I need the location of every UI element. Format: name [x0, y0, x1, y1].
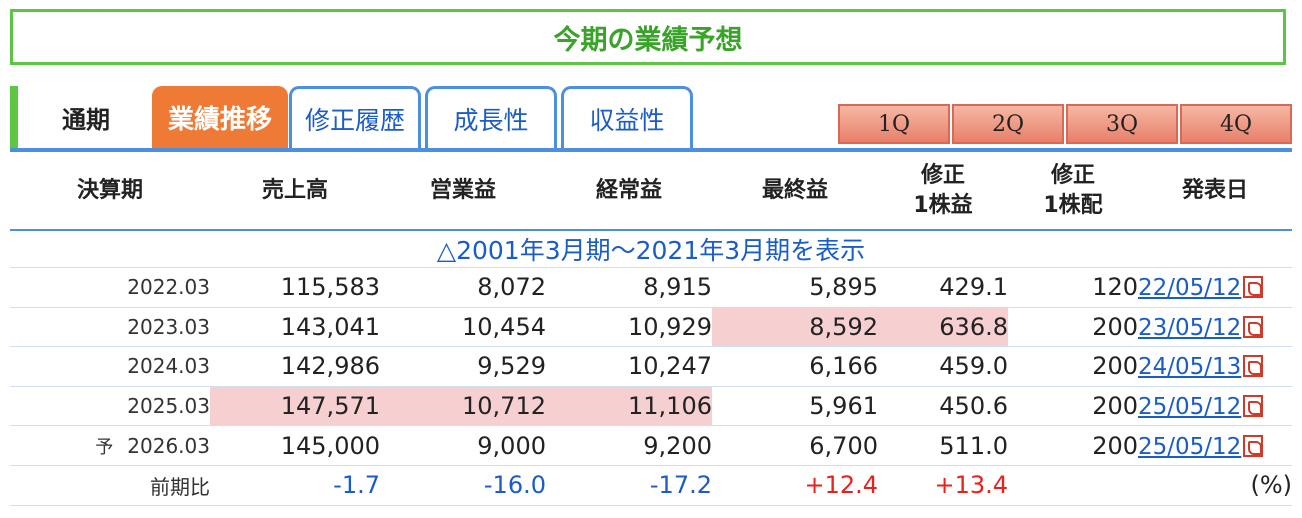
- header-announce-date: 発表日: [1138, 152, 1292, 231]
- table-row: 2025.03 147,571 10,712 11,106 5,961 450.…: [10, 386, 1292, 427]
- ratio-unit: (%): [1138, 465, 1292, 506]
- announce-date-link[interactable]: 23/05/12: [1138, 315, 1241, 341]
- quarter-3q-button[interactable]: 3Q: [1066, 104, 1178, 144]
- ratio-eps: +13.4: [878, 465, 1008, 506]
- announce-date-link[interactable]: 25/05/12: [1138, 434, 1241, 460]
- forecast-mark: 予: [95, 436, 114, 458]
- ratio-net-profit: +12.4: [712, 465, 878, 506]
- ratio-label: 前期比: [10, 465, 210, 506]
- ratio-operating-profit: -16.0: [380, 465, 546, 506]
- row-eps: 459.0: [878, 346, 1008, 387]
- tab-revision-history[interactable]: 修正履歴: [289, 86, 421, 148]
- ratio-ordinary-profit: -17.2: [546, 465, 712, 506]
- row-net-profit: 5,895: [712, 267, 878, 308]
- row-operating-profit: 10,712: [380, 386, 546, 427]
- quarter-4q-button[interactable]: 4Q: [1180, 104, 1292, 144]
- row-operating-profit: 10,454: [380, 307, 546, 348]
- row-date: 25/05/12: [1138, 386, 1292, 427]
- row-eps: 636.8: [878, 307, 1008, 348]
- row-ordinary-profit: 11,106: [546, 386, 712, 427]
- tab-profitability[interactable]: 収益性: [561, 86, 693, 148]
- row-sales: 142,986: [210, 346, 380, 387]
- ratio-dps: [1008, 465, 1138, 506]
- row-date: 22/05/12: [1138, 267, 1292, 308]
- table-row-forecast: 予 2026.03 145,000 9,000 9,200 6,700 511.0…: [10, 425, 1292, 466]
- row-operating-profit: 9,000: [380, 425, 546, 466]
- header-operating-profit: 営業益: [380, 152, 546, 231]
- row-date: 23/05/12: [1138, 307, 1292, 348]
- row-eps: 429.1: [878, 267, 1008, 308]
- header-dps: 修正 1株配: [1008, 152, 1138, 231]
- table-row: 2022.03 115,583 8,072 8,915 5,895 429.1 …: [10, 267, 1292, 308]
- row-net-profit: 5,961: [712, 386, 878, 427]
- header-ordinary-profit: 経常益: [546, 152, 712, 231]
- row-dps: 200: [1008, 346, 1138, 387]
- row-eps: 511.0: [878, 425, 1008, 466]
- show-past-years-toggle[interactable]: △2001年3月期～2021年3月期を表示: [10, 230, 1292, 268]
- header-net-profit: 最終益: [712, 152, 878, 231]
- section-marker: [10, 86, 18, 148]
- header-sales: 売上高: [210, 152, 380, 231]
- row-net-profit: 6,700: [712, 425, 878, 466]
- row-period: 2025.03: [10, 386, 210, 427]
- row-ordinary-profit: 10,929: [546, 307, 712, 348]
- row-period: 2024.03: [10, 346, 210, 387]
- row-net-profit: 8,592: [712, 307, 878, 348]
- row-dps: 200: [1008, 307, 1138, 348]
- header-eps: 修正 1株益: [878, 152, 1008, 231]
- tab-growth[interactable]: 成長性: [425, 86, 557, 148]
- table-row: 2024.03 142,986 9,529 10,247 6,166 459.0…: [10, 346, 1292, 387]
- performance-table: 決算期 売上高 営業益 経常益 最終益 修正 1株益 修正 1株配 発表日 △2…: [10, 152, 1292, 506]
- row-dps: 200: [1008, 386, 1138, 427]
- table-header-row: 決算期 売上高 営業益 経常益 最終益 修正 1株益 修正 1株配 発表日: [10, 152, 1292, 231]
- row-ordinary-profit: 10,247: [546, 346, 712, 387]
- row-date: 25/05/12: [1138, 425, 1292, 466]
- row-ordinary-profit: 9,200: [546, 425, 712, 466]
- announce-date-link[interactable]: 22/05/12: [1138, 275, 1241, 301]
- announce-date-link[interactable]: 24/05/13: [1138, 354, 1241, 380]
- tab-period-annual[interactable]: 通期: [18, 86, 154, 148]
- row-period: 予 2026.03: [10, 425, 210, 466]
- tab-bar: 通期 業績推移 修正履歴 成長性 収益性 1Q 2Q 3Q 4Q: [10, 86, 1292, 152]
- row-sales: 143,041: [210, 307, 380, 348]
- table-row: 2023.03 143,041 10,454 10,929 8,592 636.…: [10, 307, 1292, 348]
- row-sales: 147,571: [210, 386, 380, 427]
- pdf-icon[interactable]: [1243, 395, 1264, 418]
- row-eps: 450.6: [878, 386, 1008, 427]
- row-operating-profit: 9,529: [380, 346, 546, 387]
- pdf-icon[interactable]: [1243, 434, 1264, 457]
- pdf-icon[interactable]: [1243, 355, 1264, 378]
- pdf-icon[interactable]: [1243, 315, 1264, 338]
- announce-date-link[interactable]: 25/05/12: [1138, 394, 1241, 420]
- row-date: 24/05/13: [1138, 346, 1292, 387]
- row-sales: 115,583: [210, 267, 380, 308]
- row-net-profit: 6,166: [712, 346, 878, 387]
- row-ordinary-profit: 8,915: [546, 267, 712, 308]
- ratio-sales: -1.7: [210, 465, 380, 506]
- page-title: 今期の業績予想: [10, 9, 1286, 65]
- row-period: 2022.03: [10, 267, 210, 308]
- row-period: 2023.03: [10, 307, 210, 348]
- row-operating-profit: 8,072: [380, 267, 546, 308]
- quarter-1q-button[interactable]: 1Q: [838, 104, 950, 144]
- quarter-2q-button[interactable]: 2Q: [952, 104, 1064, 144]
- row-sales: 145,000: [210, 425, 380, 466]
- tab-performance-history[interactable]: 業績推移: [152, 86, 288, 148]
- row-dps: 120: [1008, 267, 1138, 308]
- yoy-ratio-row: 前期比 -1.7 -16.0 -17.2 +12.4 +13.4 (%): [10, 465, 1292, 506]
- pdf-icon[interactable]: [1243, 276, 1264, 299]
- row-dps: 200: [1008, 425, 1138, 466]
- header-period: 決算期: [10, 152, 210, 231]
